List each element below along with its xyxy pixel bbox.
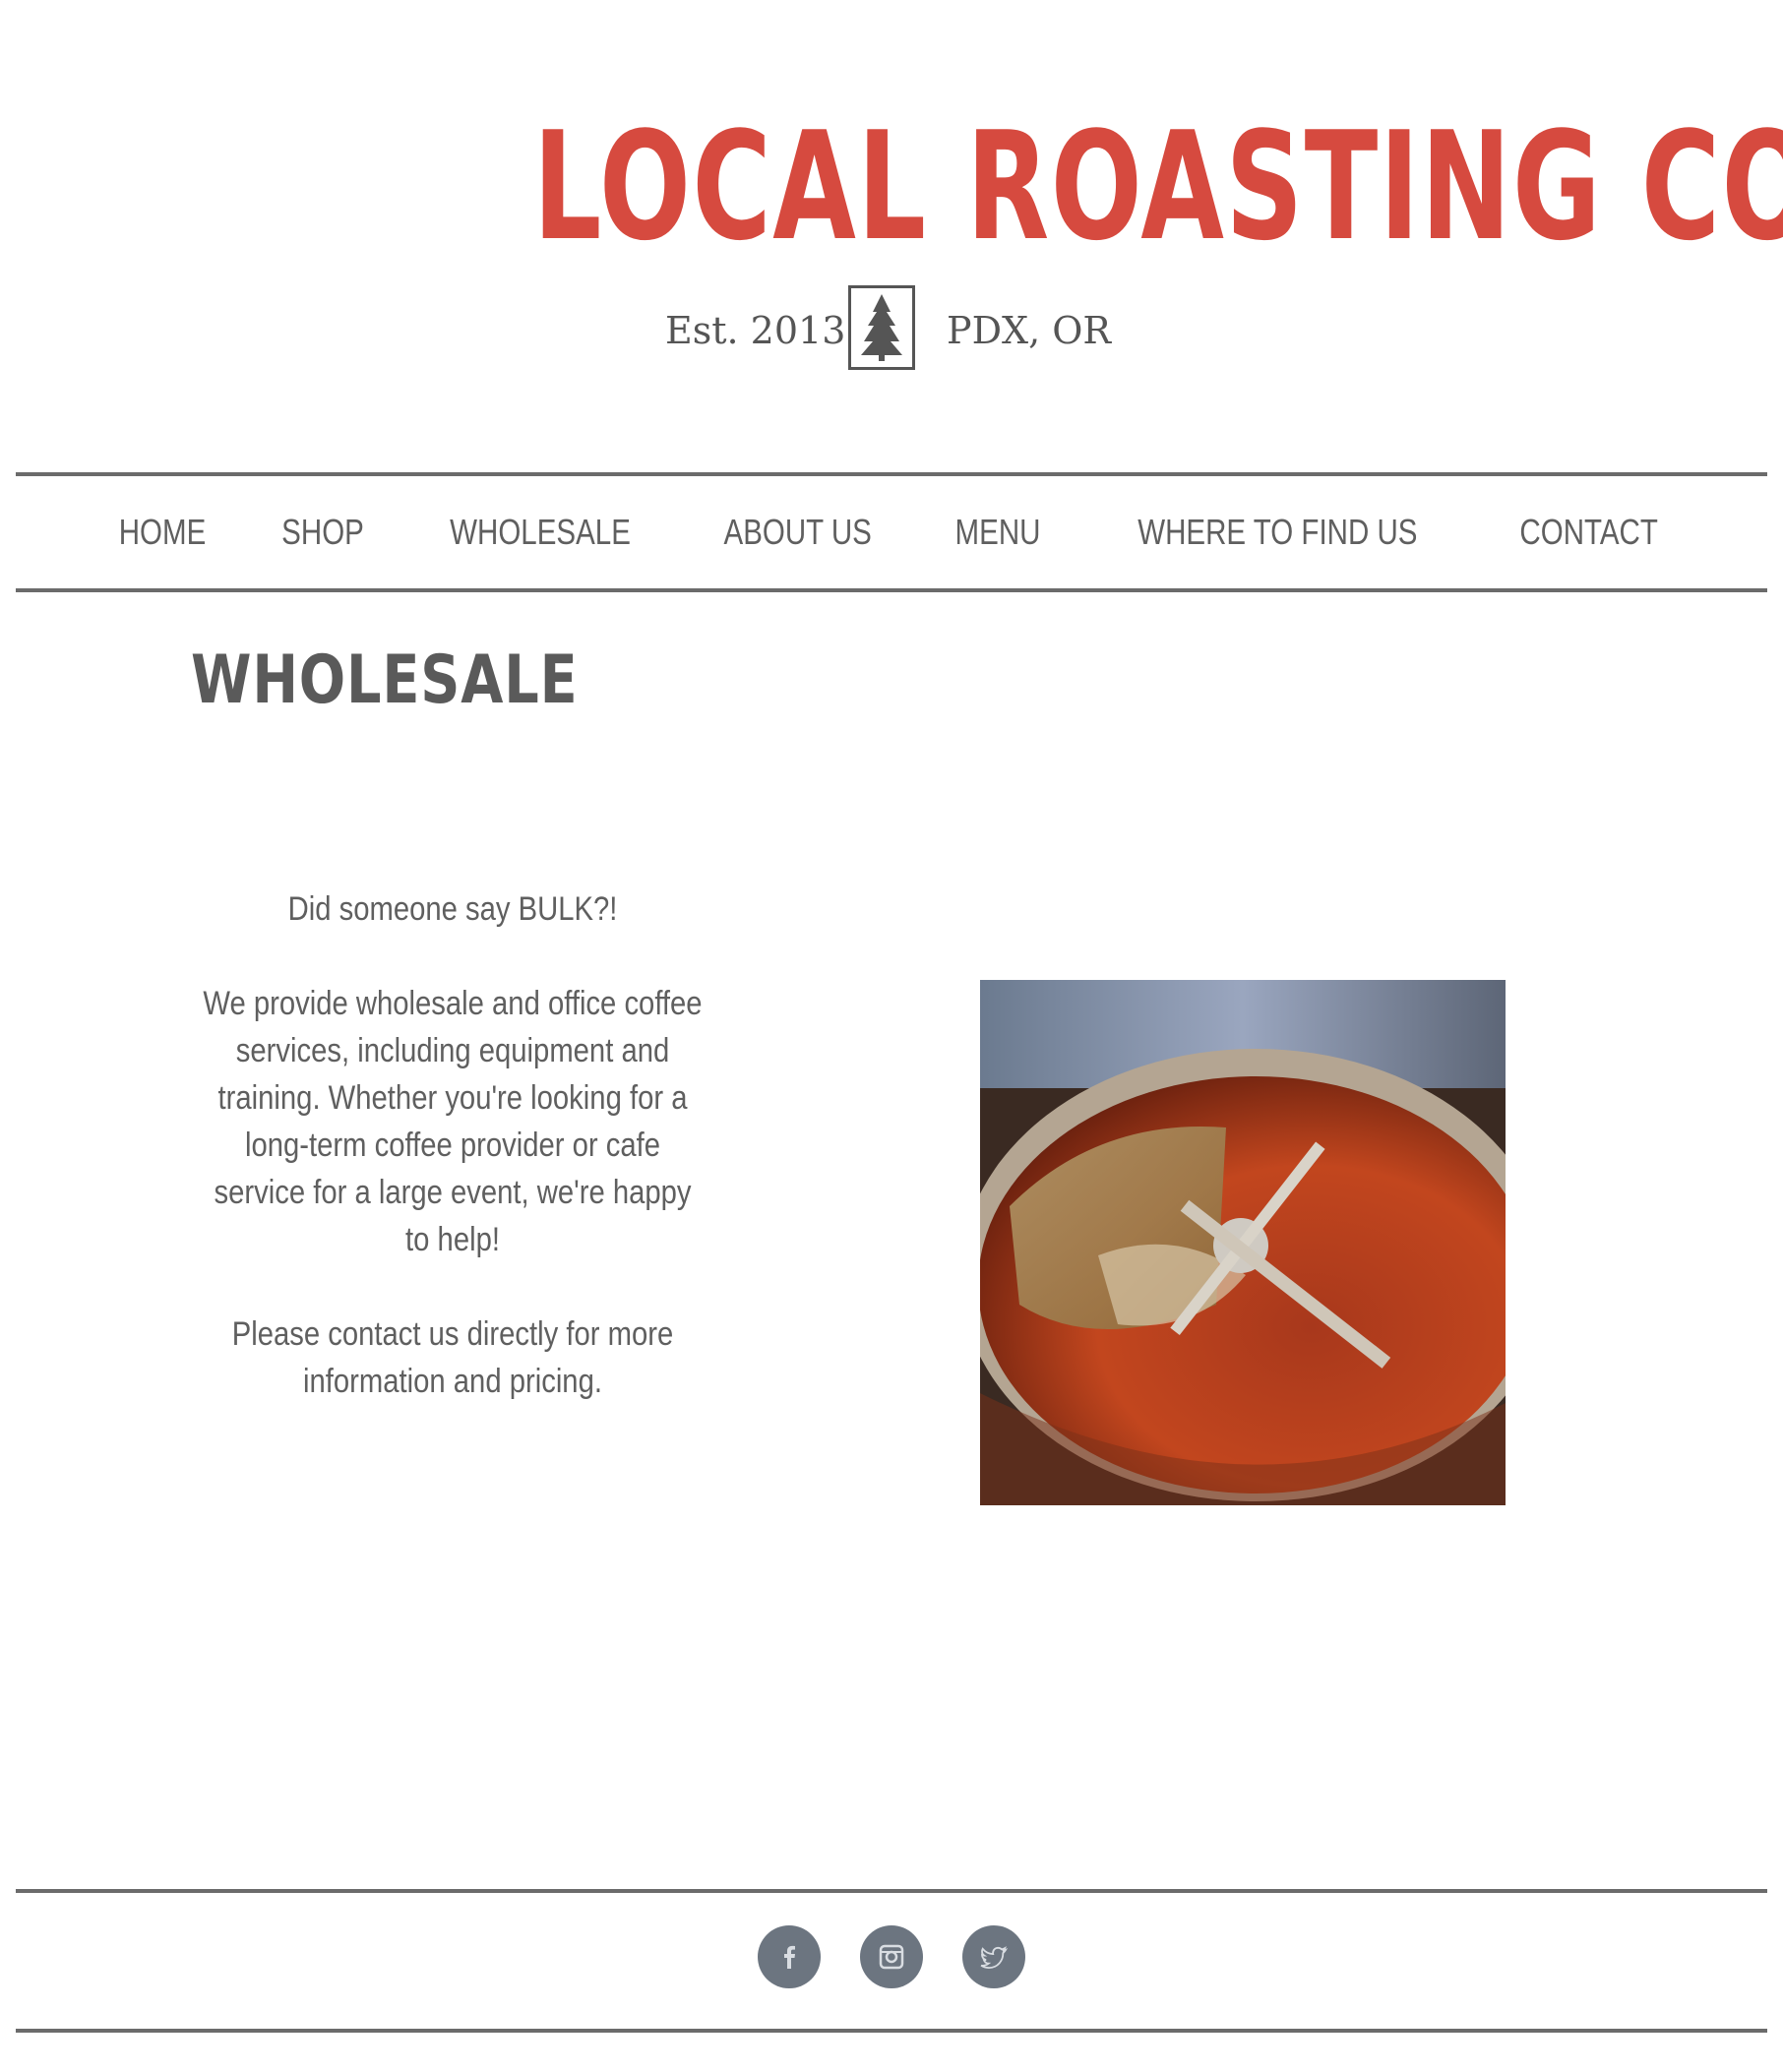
- nav-item-about-us[interactable]: ABOUT US: [724, 512, 872, 553]
- nav-item-where-to-find-us[interactable]: WHERE TO FIND US: [1137, 512, 1417, 553]
- nav-item-shop[interactable]: SHOP: [281, 512, 364, 553]
- footer-top-divider: [16, 1889, 1767, 1893]
- nav-item-menu[interactable]: MENU: [954, 512, 1040, 553]
- nav-item-contact[interactable]: CONTACT: [1520, 512, 1658, 553]
- nav-item-wholesale[interactable]: WHOLESALE: [450, 512, 631, 553]
- brand-logo-title[interactable]: LOCAL ROASTING CO.: [533, 108, 1783, 266]
- nav-item-home[interactable]: HOME: [119, 512, 207, 553]
- nav-bottom-divider: [16, 588, 1767, 592]
- location-text: PDX, OR: [947, 309, 1112, 352]
- twitter-icon[interactable]: [962, 1925, 1025, 1988]
- page-title: WHOLESALE: [191, 641, 579, 719]
- social-links: [0, 1924, 1783, 1989]
- footer-bottom-divider: [16, 2029, 1767, 2033]
- instagram-icon[interactable]: [860, 1925, 923, 1988]
- site-header: LOCAL ROASTING CO. Est. 2013 PDX, OR: [0, 0, 1783, 472]
- body-text: We provide wholesale and office coffee s…: [203, 985, 703, 1258]
- brand-tagline: Est. 2013 PDX, OR: [0, 281, 1783, 380]
- nav-top-divider: [16, 472, 1767, 476]
- wholesale-copy: Did someone say BULK?! We provide wholes…: [157, 885, 748, 1452]
- main-nav: HOME SHOP WHOLESALE ABOUT US MENU WHERE …: [16, 478, 1767, 586]
- coffee-roaster-photo: [980, 980, 1506, 1505]
- pine-tree-icon: [848, 285, 915, 370]
- facebook-icon[interactable]: [758, 1925, 821, 1988]
- contact-note-text: Please contact us directly for more info…: [231, 1315, 674, 1400]
- established-text: Est. 2013: [665, 309, 846, 352]
- intro-text: Did someone say BULK?!: [287, 890, 618, 928]
